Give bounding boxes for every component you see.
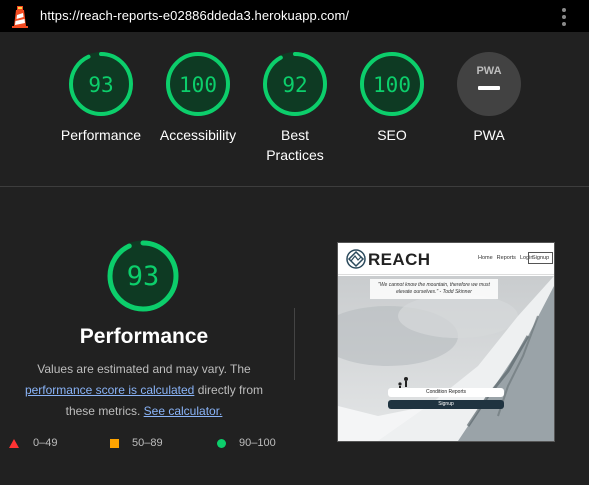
mountain-logo-icon (346, 249, 366, 269)
gauge-label: Performance (60, 127, 142, 143)
gauge-score: 100 (179, 73, 217, 97)
gauge-pwa[interactable]: PWA PWA (444, 50, 534, 145)
performance-description: Values are estimated and may vary. The p… (18, 359, 270, 422)
average-square-icon (110, 439, 119, 448)
fail-triangle-icon (9, 439, 19, 448)
pwa-badge-text: PWA (476, 65, 501, 77)
kebab-menu-icon[interactable] (556, 6, 572, 26)
gauge-best-practices[interactable]: 92 Best Practices (250, 50, 340, 165)
performance-score: 93 (127, 261, 160, 292)
lighthouse-icon (12, 6, 28, 28)
gauge-performance[interactable]: 93 Performance (56, 50, 146, 145)
gauge-label: Accessibility (159, 127, 237, 143)
vertical-divider (294, 308, 295, 380)
nav-link-reports: Reports (496, 255, 516, 261)
screenshot-quote: "We cannot know the mountain, therefore … (370, 279, 498, 299)
screenshot-condition-reports-button: Condition Reports (388, 388, 504, 397)
page-url: https://reach-reports-e02886ddeda3.herok… (40, 8, 350, 23)
gauge-label: PWA (473, 127, 505, 143)
gauge-seo[interactable]: 100 SEO (347, 50, 437, 145)
legend-range: 90–100 (239, 437, 276, 449)
page-screenshot: REACH Home Reports Login Signup "We cannot… (337, 242, 555, 442)
gauge-label: Best Practices (266, 127, 324, 163)
desc-text: Values are estimated and may vary. The (37, 362, 251, 376)
gauge-label: SEO (377, 127, 407, 143)
score-calculated-link[interactable]: performance score is calculated (25, 383, 194, 397)
section-divider (0, 186, 589, 187)
screenshot-brand: REACH (368, 250, 431, 269)
legend-range: 0–49 (33, 437, 58, 449)
top-bar: https://reach-reports-e02886ddeda3.herok… (0, 0, 589, 32)
gauge-ring: 93 (69, 52, 133, 116)
see-calculator-link[interactable]: See calculator. (144, 404, 223, 418)
gauge-ring: 100 (360, 52, 424, 116)
mountain-hero-image (338, 276, 554, 441)
performance-gauge: 93 (107, 240, 179, 312)
gauge-score: 92 (282, 73, 307, 97)
gauge-score: 93 (88, 73, 113, 97)
pwa-badge-icon: PWA (457, 52, 521, 116)
screenshot-navbar: REACH Home Reports Login Signup (338, 243, 554, 275)
gauge-score: 100 (373, 73, 411, 97)
gauge-ring: 100 (166, 52, 230, 116)
nav-signup: Signup (528, 252, 554, 264)
nav-link-home: Home (478, 255, 493, 261)
performance-title: Performance (79, 325, 209, 348)
gauge-accessibility[interactable]: 100 Accessibility (153, 50, 243, 145)
legend-range: 50–89 (132, 437, 163, 449)
screenshot-signup-button: Signup (388, 400, 504, 409)
gauge-ring: 92 (263, 52, 327, 116)
pass-circle-icon (217, 439, 226, 448)
